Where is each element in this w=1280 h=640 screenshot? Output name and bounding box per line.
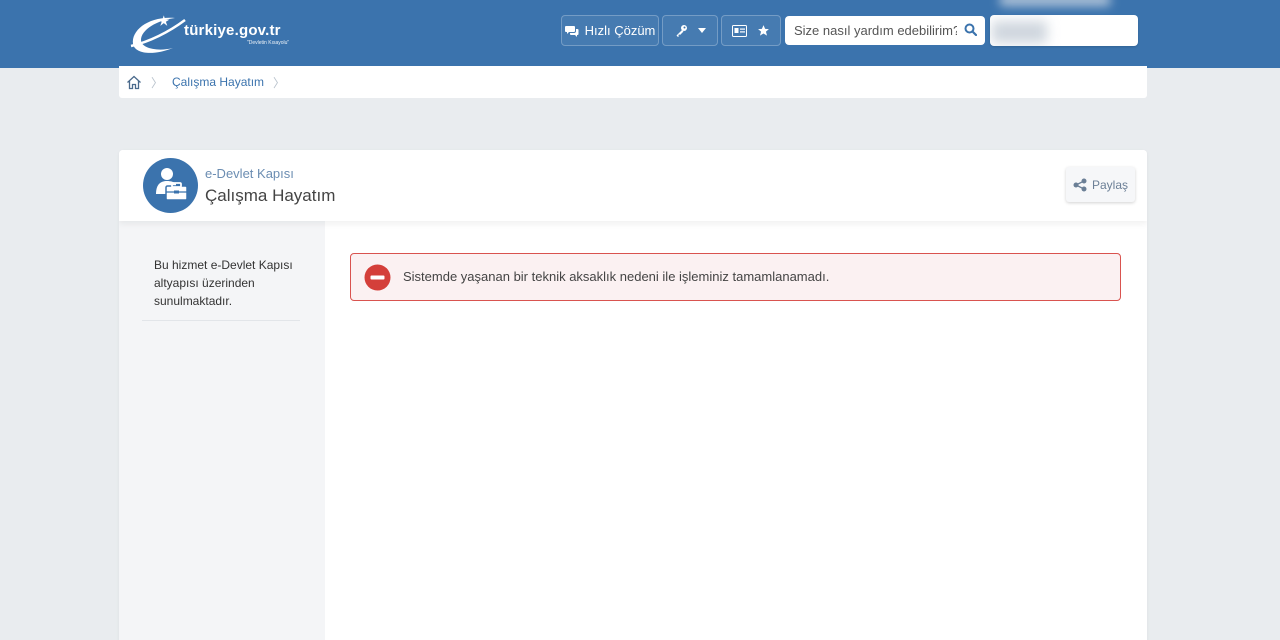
service-card: e-Devlet Kapısı Çalışma Hayatım Paylaş B… bbox=[119, 150, 1147, 640]
error-message: Sistemde yaşanan bir teknik aksaklık ned… bbox=[403, 269, 830, 284]
star-icon[interactable] bbox=[757, 24, 770, 37]
blurred-area bbox=[1000, 0, 1110, 6]
chat-icon bbox=[564, 25, 579, 37]
logo-subtext: "Devletin Kısayolu" bbox=[247, 40, 290, 46]
logo-text: türkiye.gov.tr bbox=[184, 22, 281, 39]
login-menu-button[interactable] bbox=[662, 15, 718, 46]
service-icon bbox=[143, 158, 198, 213]
breadcrumb-separator: 〉 bbox=[273, 75, 286, 90]
home-icon[interactable] bbox=[126, 75, 142, 90]
error-minus-icon bbox=[364, 264, 391, 291]
page-title: Çalışma Hayatım bbox=[205, 186, 336, 205]
sidebar-divider bbox=[142, 320, 300, 321]
breadcrumb-item-calisma-hayatim[interactable]: Çalışma Hayatım bbox=[172, 75, 264, 89]
search-input[interactable] bbox=[785, 23, 957, 38]
search-box[interactable] bbox=[785, 16, 985, 45]
error-alert: Sistemde yaşanan bir teknik aksaklık ned… bbox=[350, 253, 1121, 301]
caret-down-icon bbox=[697, 28, 706, 33]
worker-briefcase-icon bbox=[156, 168, 188, 201]
breadcrumb: 〉 Çalışma Hayatım 〉 bbox=[119, 66, 1147, 98]
top-header: türkiye.gov.tr "Devletin Kısayolu" Hızlı… bbox=[0, 0, 1280, 68]
user-account-box[interactable] bbox=[990, 15, 1138, 46]
share-label: Paylaş bbox=[1091, 177, 1129, 192]
share-icon bbox=[1073, 178, 1087, 191]
blurred-username bbox=[992, 21, 1047, 43]
id-card-icon bbox=[732, 24, 747, 37]
search-icon[interactable] bbox=[964, 23, 977, 36]
service-sidebar: Bu hizmet e-Devlet Kapısı altyapısı üzer… bbox=[119, 221, 325, 640]
turkiye-gov-logo[interactable]: türkiye.gov.tr "Devletin Kısayolu" bbox=[129, 12, 304, 56]
key-icon bbox=[676, 25, 687, 37]
quick-solution-label: Hızlı Çözüm bbox=[584, 23, 656, 38]
quick-solution-button[interactable]: Hızlı Çözüm bbox=[561, 15, 659, 46]
breadcrumb-separator: 〉 bbox=[151, 75, 164, 90]
service-parent-label[interactable]: e-Devlet Kapısı bbox=[205, 166, 294, 181]
service-info-text: Bu hizmet e-Devlet Kapısı altyapısı üzer… bbox=[154, 258, 293, 308]
id-card-button[interactable] bbox=[721, 15, 781, 46]
service-header: e-Devlet Kapısı Çalışma Hayatım Paylaş bbox=[119, 150, 1147, 221]
share-button[interactable]: Paylaş bbox=[1066, 167, 1135, 202]
